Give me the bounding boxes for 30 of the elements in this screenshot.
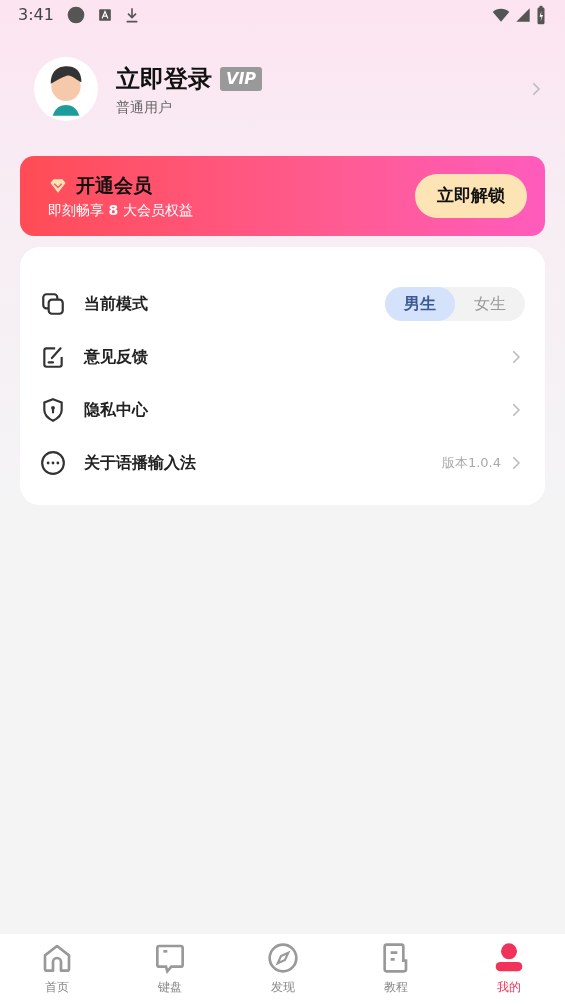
banner-subtitle: 即刻畅享 8 大会员权益 <box>48 200 194 220</box>
layers-icon <box>40 290 66 317</box>
mode-option[interactable]: 男生 <box>385 286 455 321</box>
font-icon <box>97 8 112 22</box>
nav-tab[interactable]: 首页 <box>0 934 113 1004</box>
signal-icon <box>515 7 531 23</box>
more-icon <box>40 449 66 476</box>
battery-icon <box>535 5 547 25</box>
shield-icon <box>40 396 66 423</box>
compass-icon <box>266 942 299 974</box>
menu-item-label[interactable]: 关于语播输入法 <box>84 450 442 475</box>
avatar-icon <box>34 57 98 121</box>
user-level-text: 普通用户 <box>116 97 173 117</box>
menu-item-label[interactable]: 当前模式 <box>84 291 385 316</box>
version-text: 版本1.0.4 <box>441 453 501 472</box>
nav-tab[interactable]: 教程 <box>339 934 452 1004</box>
chat-icon <box>153 942 186 974</box>
nav-tab[interactable]: 我的 <box>452 934 565 1004</box>
diamond-icon <box>48 176 68 195</box>
nav-tab[interactable]: 发现 <box>226 934 339 1004</box>
nav-tab[interactable]: 键盘 <box>113 934 226 1004</box>
wifi-icon <box>491 6 511 24</box>
vip-badge: VIP <box>220 66 263 91</box>
status-time: 3:41 <box>18 4 54 26</box>
login-title[interactable]: 立即登录 <box>116 60 212 97</box>
banner-title: 开通会员 <box>76 173 152 199</box>
menu-item-label[interactable]: 隐私中心 <box>84 397 507 422</box>
unlock-button[interactable]: 立即解锁 <box>415 174 527 218</box>
menu-item-label[interactable]: 意见反馈 <box>84 344 507 369</box>
dot-icon <box>65 5 86 25</box>
